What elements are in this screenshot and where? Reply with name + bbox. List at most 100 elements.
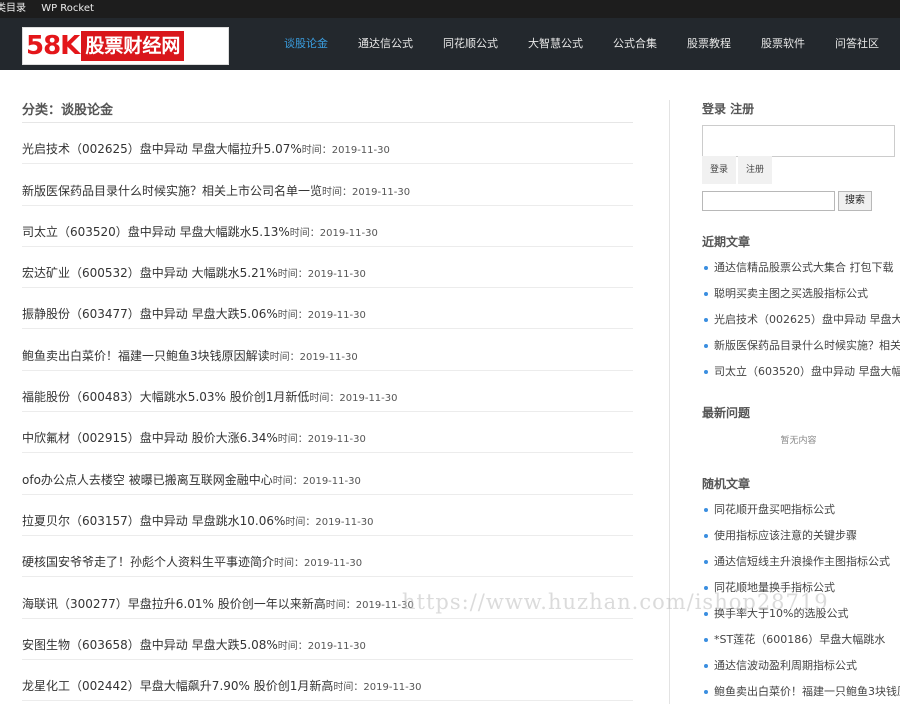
post-time: 时间：2019-11-30 — [325, 599, 414, 611]
post-time: 时间：2019-11-30 — [285, 516, 374, 528]
post-row: 海联讯（300277）早盘拉升6.01% 股价创一年以来新高时间：2019-11… — [22, 577, 633, 619]
post-row: 宏达矿业（600532）盘中异动 大幅跳水5.21%时间：2019-11-30 — [22, 247, 633, 289]
logo-brand: 股票财经网 — [81, 31, 185, 61]
column-divider — [669, 100, 670, 704]
search-form: 搜索 — [702, 191, 900, 211]
post-title-text[interactable]: 硬核国安爷爷走了！孙彪个人资料生平事迹简介 — [22, 555, 274, 569]
recent-posts-list: 通达信精品股票公式大集合 打包下载 聪明买卖主图之买选股指标公式 光启技术（0026… — [702, 255, 900, 385]
nav-item-qa-community[interactable]: 问答社区 — [820, 18, 894, 70]
recent-posts-title: 近期文章 — [702, 235, 751, 249]
post-title-link[interactable]: 中欣氟材（002915）盘中异动 股价大涨6.34%时间：2019-11-30 — [22, 429, 366, 446]
post-time: 时间：2019-11-30 — [274, 558, 363, 570]
post-title-link[interactable]: 海联讯（300277）早盘拉升6.01% 股价创一年以来新高时间：2019-11… — [22, 595, 414, 612]
random-post-link[interactable]: *ST莲花（600186）早盘大幅跳水 — [702, 627, 900, 653]
adminbar-item-categories[interactable]: 类目录 — [0, 0, 26, 18]
post-row: 振静股份（603477）盘中异动 早盘大跌5.06%时间：2019-11-30 — [22, 288, 633, 330]
post-time: 时间：2019-11-30 — [322, 186, 411, 198]
latest-questions-title: 最新问题 — [702, 406, 751, 420]
search-input[interactable] — [702, 191, 835, 211]
random-post-link[interactable]: 通达信短线主升浪操作主图指标公式 — [702, 549, 900, 575]
post-title-text[interactable]: 龙星化工（002442）早盘大幅飙升7.90% 股价创1月新高 — [22, 679, 333, 693]
login-buttons: 登录 注册 — [702, 156, 900, 184]
recent-post-link[interactable]: 司太立（603520）盘中异动 早盘大幅跳水5.13% — [702, 359, 900, 385]
recent-post-link[interactable]: 光启技术（002625）盘中异动 早盘大幅拉升5.07% — [702, 307, 900, 333]
post-title-link[interactable]: 龙星化工（002442）早盘大幅飙升7.90% 股价创1月新高时间：2019-1… — [22, 677, 422, 694]
post-time: 时间：2019-11-30 — [289, 227, 378, 239]
random-post-link[interactable]: 换手率大于10%的选股公式 — [702, 601, 900, 627]
latest-questions-empty: 暂无内容 — [780, 436, 817, 446]
post-title-text[interactable]: 鲍鱼卖出白菜价！福建一只鲍鱼3块钱原因解读 — [22, 349, 270, 363]
post-row: 龙星化工（002442）早盘大幅飙升7.90% 股价创1月新高时间：2019-1… — [22, 660, 633, 702]
random-posts-list: 同花顺开盘买吧指标公式 使用指标应该注意的关键步骤 通达信短线主升浪操作主图指标公式… — [702, 497, 900, 704]
post-row: 鲍鱼卖出白菜价！福建一只鲍鱼3块钱原因解读时间：2019-11-30 — [22, 329, 633, 371]
random-post-link[interactable]: 同花顺开盘买吧指标公式 — [702, 497, 900, 523]
login-widget-title[interactable]: 登录 注册 — [702, 100, 900, 117]
adminbar-item-wp-rocket[interactable]: WP Rocket — [41, 0, 94, 18]
post-title-text[interactable]: 宏达矿业（600532）盘中异动 大幅跳水5.21% — [22, 266, 278, 280]
random-post-link[interactable]: 使用指标应该注意的关键步骤 — [702, 523, 900, 549]
post-time: 时间：2019-11-30 — [309, 393, 398, 405]
post-row: 拉夏贝尔（603157）盘中异动 早盘跳水10.06%时间：2019-11-30 — [22, 495, 633, 536]
post-time: 时间：2019-11-30 — [277, 434, 366, 446]
post-row: 安图生物（603658）盘中异动 早盘大跌5.08%时间：2019-11-30 — [22, 619, 633, 660]
nav-item-dzh-formula[interactable]: 大智慧公式 — [513, 18, 598, 70]
post-title-link[interactable]: 硬核国安爷爷走了！孙彪个人资料生平事迹简介时间：2019-11-30 — [22, 553, 362, 570]
post-time: 时间：2019-11-30 — [277, 640, 366, 652]
nav-item-tan-gu-lun-jin[interactable]: 谈股论金 — [269, 18, 343, 70]
nav-item-ths-formula[interactable]: 同花顺公式 — [428, 18, 513, 70]
recent-post-link[interactable]: 新版医保药品目录什么时候实施？相关上市公司名单一览 — [702, 333, 900, 359]
post-time: 时间：2019-11-30 — [277, 310, 366, 322]
sidebar: 登录 注册 登录 注册 搜索 近期文章 通达信精品股票公式大集合 打包下载 聪明买… — [702, 70, 900, 704]
post-title-link[interactable]: 安图生物（603658）盘中异动 早盘大跌5.08%时间：2019-11-30 — [22, 636, 366, 653]
post-row: 司太立（603520）盘中异动 早盘大幅跳水5.13%时间：2019-11-30 — [22, 206, 633, 247]
post-title-text[interactable]: 司太立（603520）盘中异动 早盘大幅跳水5.13% — [22, 225, 290, 239]
post-title-text[interactable]: 振静股份（603477）盘中异动 早盘大跌5.06% — [22, 307, 278, 321]
register-button[interactable]: 注册 — [738, 156, 772, 184]
post-title-link[interactable]: 光启技术（002625）盘中异动 早盘大幅拉升5.07%时间：2019-11-3… — [22, 140, 390, 157]
nav-item-stock-tutorials[interactable]: 股票教程 — [672, 18, 746, 70]
post-title-text[interactable]: ofo办公点人去楼空 被曝已搬离互联网金融中心 — [22, 473, 273, 487]
post-title-text[interactable]: 新版医保药品目录什么时候实施？相关上市公司名单一览 — [22, 184, 322, 198]
post-title-text[interactable]: 光启技术（002625）盘中异动 早盘大幅拉升5.07% — [22, 142, 302, 156]
post-row: ofo办公点人去楼空 被曝已搬离互联网金融中心时间：2019-11-30 — [22, 453, 633, 495]
post-title-text[interactable]: 海联讯（300277）早盘拉升6.01% 股价创一年以来新高 — [22, 597, 326, 611]
post-title-link[interactable]: 振静股份（603477）盘中异动 早盘大跌5.06%时间：2019-11-30 — [22, 305, 366, 322]
search-button[interactable]: 搜索 — [838, 191, 872, 211]
login-button[interactable]: 登录 — [702, 156, 736, 184]
recent-post-link[interactable]: 聪明买卖主图之买选股指标公式 — [702, 281, 900, 307]
post-title-text[interactable]: 福能股份（600483）大幅跳水5.03% 股价创1月新低 — [22, 390, 309, 404]
post-time: 时间：2019-11-30 — [277, 269, 366, 281]
post-time: 时间：2019-11-30 — [301, 145, 390, 157]
post-title-text[interactable]: 安图生物（603658）盘中异动 早盘大跌5.08% — [22, 638, 278, 652]
random-posts-title: 随机文章 — [702, 477, 751, 491]
post-title-text[interactable]: 中欣氟材（002915）盘中异动 股价大涨6.34% — [22, 431, 278, 445]
admin-bar: 类目录 WP Rocket — [0, 0, 900, 18]
post-title-link[interactable]: 宏达矿业（600532）盘中异动 大幅跳水5.21%时间：2019-11-30 — [22, 264, 366, 281]
random-post-link[interactable]: 通达信波动盈利周期指标公式 — [702, 653, 900, 679]
post-list: 光启技术（002625）盘中异动 早盘大幅拉升5.07%时间：2019-11-3… — [22, 123, 633, 702]
site-header: 58K 股票财经网 谈股论金 通达信公式 同花顺公式 大智慧公式 公式合集 股票… — [0, 18, 900, 70]
post-row: 硬核国安爷爷走了！孙彪个人资料生平事迹简介时间：2019-11-30 — [22, 536, 633, 578]
post-time: 时间：2019-11-30 — [272, 475, 361, 487]
random-post-link[interactable]: 同花顺地量换手指标公式 — [702, 575, 900, 601]
post-title-text[interactable]: 拉夏贝尔（603157）盘中异动 早盘跳水10.06% — [22, 514, 285, 528]
nav-item-tdx-formula[interactable]: 通达信公式 — [343, 18, 428, 70]
nav-item-stock-software[interactable]: 股票软件 — [746, 18, 820, 70]
category-title: 分类：谈股论金 — [22, 99, 633, 123]
random-post-link[interactable]: 鲍鱼卖出白菜价！福建一只鲍鱼3块钱原因解读 — [702, 679, 900, 704]
recent-post-link[interactable]: 通达信精品股票公式大集合 打包下载 — [702, 255, 900, 281]
main-nav: 谈股论金 通达信公式 同花顺公式 大智慧公式 公式合集 股票教程 股票软件 问答… — [269, 18, 894, 70]
post-row: 新版医保药品目录什么时候实施？相关上市公司名单一览时间：2019-11-30 — [22, 164, 633, 206]
post-title-link[interactable]: ofo办公点人去楼空 被曝已搬离互联网金融中心时间：2019-11-30 — [22, 471, 361, 488]
nav-item-formula-collection[interactable]: 公式合集 — [598, 18, 672, 70]
post-time: 时间：2019-11-30 — [269, 351, 358, 363]
post-title-link[interactable]: 鲍鱼卖出白菜价！福建一只鲍鱼3块钱原因解读时间：2019-11-30 — [22, 347, 358, 364]
post-title-link[interactable]: 福能股份（600483）大幅跳水5.03% 股价创1月新低时间：2019-11-… — [22, 388, 398, 405]
post-title-link[interactable]: 拉夏贝尔（603157）盘中异动 早盘跳水10.06%时间：2019-11-30 — [22, 512, 374, 529]
post-title-link[interactable]: 新版医保药品目录什么时候实施？相关上市公司名单一览时间：2019-11-30 — [22, 182, 410, 199]
post-title-link[interactable]: 司太立（603520）盘中异动 早盘大幅跳水5.13%时间：2019-11-30 — [22, 223, 378, 240]
post-row: 光启技术（002625）盘中异动 早盘大幅拉升5.07%时间：2019-11-3… — [22, 123, 633, 165]
site-logo[interactable]: 58K 股票财经网 — [22, 27, 229, 65]
logo-mark: 58K — [26, 31, 80, 61]
main-content: 分类：谈股论金 光启技术（002625）盘中异动 早盘大幅拉升5.07%时间：2… — [22, 70, 633, 702]
